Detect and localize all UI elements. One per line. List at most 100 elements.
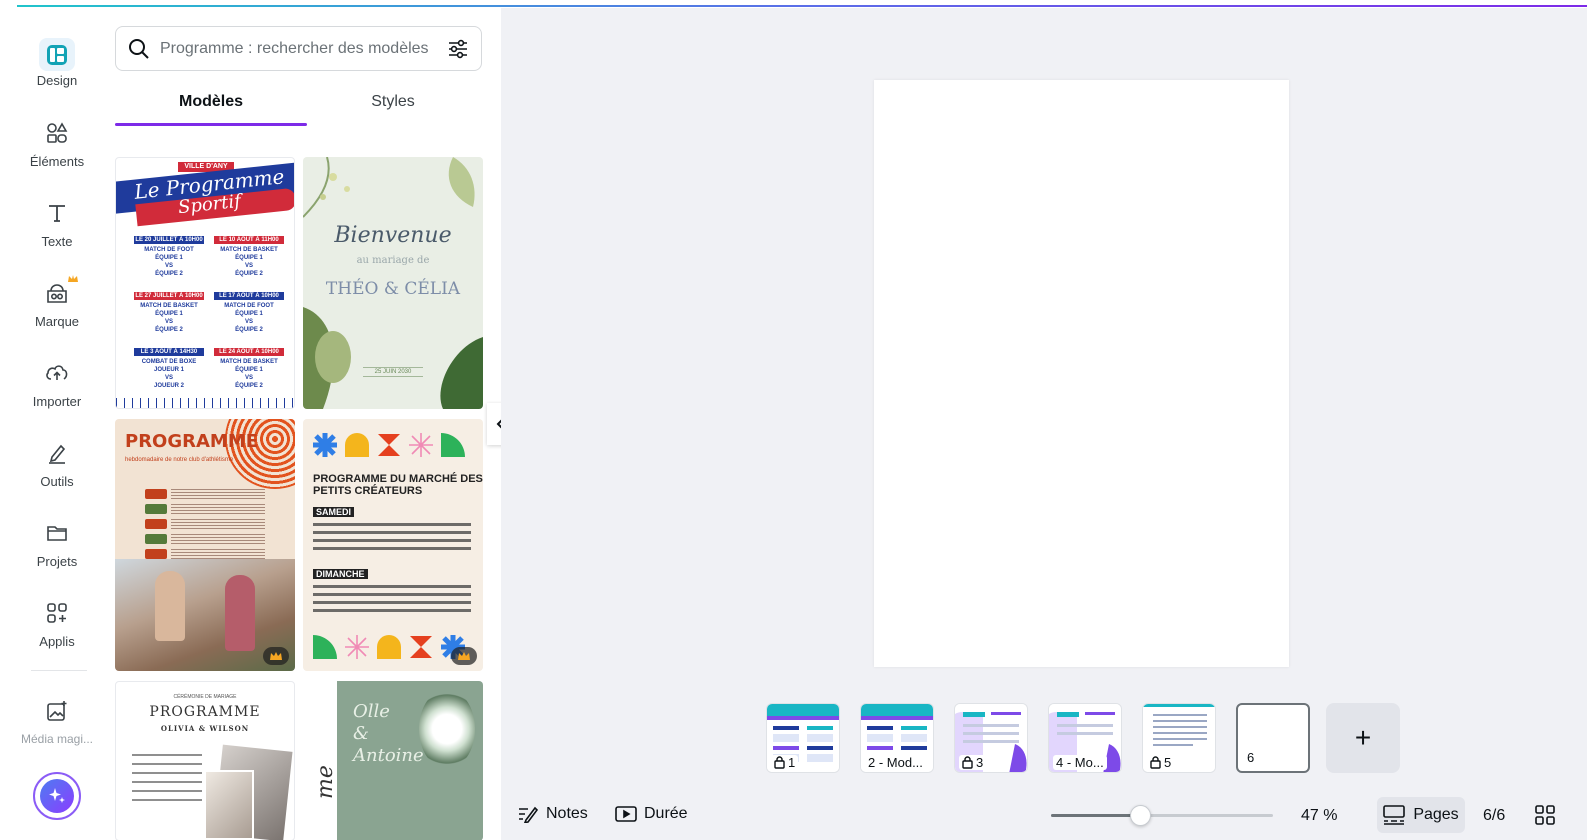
template-day: SAMEDI	[313, 507, 355, 517]
add-page-button[interactable]: +	[1326, 703, 1400, 773]
template-names: OLIVIA & WILSON	[160, 724, 250, 733]
flower-illustration	[419, 689, 475, 769]
schedule-date: LE 20 JUILLET À 10H00	[134, 236, 204, 244]
schedule-lines	[313, 585, 471, 617]
page-thumb-4[interactable]: 4 - Mo...	[1048, 703, 1122, 773]
search-icon	[128, 38, 150, 60]
schedule-block: LE 10 AOÛT À 11H00 MATCH DE BASKET ÉQUIP…	[214, 236, 284, 278]
rail-label: Média magi...	[20, 732, 94, 746]
template-card-wedding-welcome[interactable]: Bienvenue au mariage de THÉO & CÉLIA 25 …	[303, 157, 483, 409]
template-title: PROGRAMME DU MARCHÉ DES PETITS CRÉATEURS	[313, 473, 483, 497]
pages-icon	[1383, 805, 1406, 825]
schedule-block: LE 24 AOÛT À 10H00 MATCH DE BASKET ÉQUIP…	[214, 348, 284, 390]
schedule-vs: VS	[164, 319, 173, 325]
rail-item-text[interactable]: Texte	[17, 194, 97, 264]
canvas-workspace: 1 2 - Mod... 3 4 - Mo... 5 6 +	[501, 8, 1587, 840]
search-box	[115, 26, 482, 71]
page-thumb-6[interactable]: 6	[1236, 703, 1310, 773]
thumb-number: 6	[1247, 750, 1255, 765]
duration-button[interactable]: Durée	[615, 805, 688, 823]
schedule-team: ÉQUIPE 1	[235, 311, 263, 317]
thumb-label: 6	[1244, 750, 1258, 765]
template-name: Olle	[353, 701, 390, 722]
rail-item-elements[interactable]: Éléments	[17, 114, 97, 184]
thumb-label: 4 - Mo...	[1053, 755, 1107, 770]
page-thumb-1[interactable]: 1	[766, 703, 840, 773]
template-names: Olle & Antoine	[353, 701, 424, 767]
rail-label: Applis	[39, 634, 75, 649]
zoom-slider-handle[interactable]	[1129, 805, 1151, 826]
templates-panel: Modèles Styles VILLE D'ANY CITY Le Progr…	[97, 8, 501, 840]
design-page[interactable]	[874, 80, 1289, 667]
rail-item-design[interactable]: Design	[17, 18, 97, 88]
rail-item-brand[interactable]: Marque	[17, 274, 97, 344]
left-rail: Design Éléments Texte Marque Importer Ou…	[17, 8, 97, 840]
zoom-slider[interactable]	[1051, 805, 1273, 826]
magic-assistant-button[interactable]	[33, 772, 81, 820]
schedule-event: COMBAT DE BOXE	[141, 359, 197, 365]
template-card-athletics-program[interactable]: PROGRAMME hebdomadaire de notre club d'a…	[115, 419, 295, 671]
schedule-team: ÉQUIPE 1	[235, 255, 263, 261]
notes-button[interactable]: Notes	[517, 805, 588, 823]
schedule-team: ÉQUIPE 2	[235, 383, 263, 389]
notes-label: Notes	[546, 805, 588, 822]
thumb-number: 4 - Mo...	[1056, 755, 1104, 770]
brand-icon	[44, 275, 78, 306]
template-card-creators-market[interactable]: PROGRAMME DU MARCHÉ DES PETITS CRÉATEURS…	[303, 419, 483, 671]
decorative-shapes	[311, 633, 467, 661]
schedule-team: ÉQUIPE 1	[155, 255, 183, 261]
rail-item-projects[interactable]: Projets	[17, 514, 97, 584]
filter-icon[interactable]	[447, 38, 469, 60]
elements-icon	[44, 120, 70, 146]
search-input[interactable]	[160, 39, 440, 58]
thumb-label: 2 - Mod...	[865, 755, 926, 770]
tools-icon	[44, 440, 70, 466]
page-thumb-3[interactable]: 3	[954, 703, 1028, 773]
grid-view-icon[interactable]	[1535, 805, 1555, 825]
zoom-value[interactable]: 47 %	[1301, 807, 1337, 825]
schedule-vs: VS	[244, 263, 253, 269]
decorative-arcs	[225, 419, 295, 489]
page-thumb-5[interactable]: 5	[1142, 703, 1216, 773]
rail-item-apps[interactable]: Applis	[17, 594, 97, 664]
template-card-wedding-ceremony[interactable]: CÉRÉMONIE DE MARIAGE PROGRAMME OLIVIA & …	[115, 681, 295, 840]
rail-item-tools[interactable]: Outils	[17, 434, 97, 504]
text-icon	[44, 200, 70, 226]
bottom-toolbar: Notes Durée 47 % Pages 6/6	[501, 795, 1587, 840]
rail-item-upload[interactable]: Importer	[17, 354, 97, 424]
tab-styles[interactable]: Styles	[299, 88, 487, 126]
page-thumb-2[interactable]: 2 - Mod...	[860, 703, 934, 773]
rail-item-magic-media[interactable]: Média magi...	[17, 692, 97, 762]
crown-icon	[68, 275, 78, 282]
schedule-block: LE 20 JUILLET À 10H00 MATCH DE FOOT ÉQUI…	[134, 236, 204, 278]
template-subtitle: au mariage de	[356, 255, 430, 266]
page-count[interactable]: 6/6	[1483, 807, 1505, 825]
folder-icon	[44, 520, 70, 546]
schedule-team: ÉQUIPE 2	[155, 327, 183, 333]
thumb-number: 5	[1164, 755, 1172, 770]
notes-icon	[517, 805, 539, 823]
template-title: PROGRAMME	[149, 704, 261, 720]
pages-button[interactable]: Pages	[1377, 797, 1465, 833]
top-progress-line	[17, 5, 1587, 7]
thumb-number: 1	[788, 755, 796, 770]
template-card-sport-program[interactable]: VILLE D'ANY CITY Le Programme Sportif LE…	[115, 157, 295, 409]
schedule-team: ÉQUIPE 1	[155, 311, 183, 317]
lock-icon	[962, 756, 973, 769]
lock-icon	[1150, 756, 1161, 769]
premium-crown-icon	[263, 647, 289, 665]
rail-label: Importer	[32, 394, 82, 409]
rail-label: Texte	[41, 234, 73, 249]
schedule-team: ÉQUIPE 2	[235, 327, 263, 333]
schedule-block: LE 17 AOÛT À 10H00 MATCH DE FOOT ÉQUIPE …	[214, 292, 284, 334]
tab-templates[interactable]: Modèles	[115, 88, 307, 126]
pages-label: Pages	[1413, 806, 1459, 823]
template-card-wedding-green[interactable]: Olle & Antoine me	[303, 681, 483, 840]
schedule-date: LE 3 AOÛT À 14H30	[134, 348, 204, 356]
schedule-rows	[145, 489, 265, 564]
zoom-slider-fill	[1051, 814, 1140, 817]
decorative-shapes	[311, 431, 467, 459]
thumb-label: 3	[959, 755, 987, 770]
template-day: DIMANCHE	[313, 569, 368, 579]
schedule-team: JOUEUR 2	[153, 383, 184, 389]
